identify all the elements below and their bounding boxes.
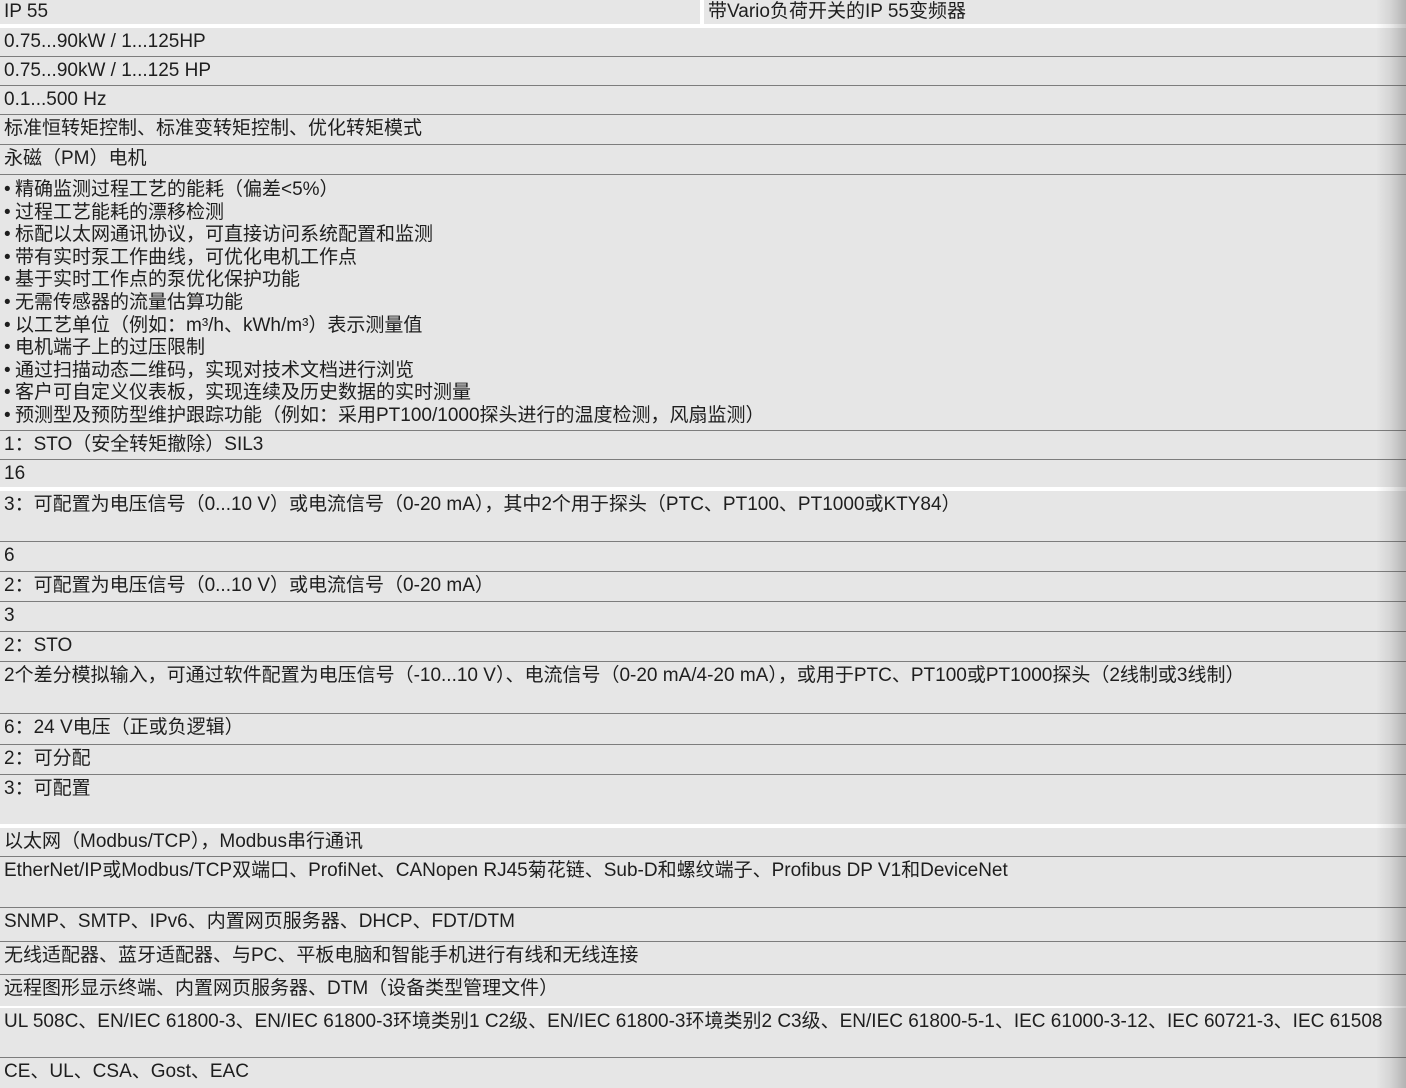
spec-value: 3：可配置 <box>4 778 91 799</box>
spec-value: 6 <box>4 545 15 566</box>
spec-row-motor-type: 永磁（PM）电机 <box>0 145 1406 175</box>
spec-row-digital-inputs: 6：24 V电压（正或负逻辑） <box>0 714 1406 745</box>
feature-item: 无需传感器的流量估算功能 <box>4 292 1406 315</box>
spec-value: 2：STO <box>4 635 73 656</box>
spec-row-control-modes: 标准恒转矩控制、标准变转矩控制、优化转矩模式 <box>0 115 1406 145</box>
spec-value: CE、UL、CSA、Gost、EAC <box>4 1061 249 1082</box>
spec-row-power-range-2: 0.75...90kW / 1...125 HP <box>0 57 1406 86</box>
spec-row-analog-inputs: 3：可配置为电压信号（0...10 V）或电流信号（0-20 mA），其中2个用… <box>0 491 1406 542</box>
spec-value: 6：24 V电压（正或负逻辑） <box>4 717 244 738</box>
spec-value: 无线适配器、蓝牙适配器、与PC、平板电脑和智能手机进行有线和无线连接 <box>4 945 639 966</box>
feature-item: 客户可自定义仪表板，实现连续及历史数据的实时测量 <box>4 382 1406 405</box>
spec-row-configurable-relays: 3：可配置 <box>0 775 1406 824</box>
feature-item: 以工艺单位（例如：m³/h、kWh/m³）表示测量值 <box>4 315 1406 338</box>
spec-value: 2：可配置为电压信号（0...10 V）或电流信号（0-20 mA） <box>4 575 494 596</box>
spec-table: IP 55 带Vario负荷开关的IP 55变频器 0.75...90kW / … <box>0 0 1406 1088</box>
spec-row-safety-function: 1：STO（安全转矩撤除）SIL3 <box>0 431 1406 460</box>
spec-value: 远程图形显示终端、内置网页服务器、DTM（设备类型管理文件） <box>4 978 559 999</box>
spec-value: 永磁（PM）电机 <box>4 148 147 169</box>
spec-value: EtherNet/IP或Modbus/TCP双端口、ProfiNet、CANop… <box>4 860 1008 881</box>
spec-value: 2个差分模拟输入，可通过软件配置为电压信号（-10...10 V）、电流信号（0… <box>4 665 1245 686</box>
feature-item: 过程工艺能耗的漂移检测 <box>4 202 1406 225</box>
spec-row-value-3: 3 <box>0 602 1406 632</box>
spec-row-ip-rating: IP 55 带Vario负荷开关的IP 55变频器 <box>0 0 1406 24</box>
spec-value-ip-rating: IP 55 <box>0 0 700 24</box>
spec-row-value-16: 16 <box>0 460 1406 487</box>
spec-value: 0.75...90kW / 1...125HP <box>4 31 206 52</box>
feature-list: 精确监测过程工艺的能耗（偏差<5%） 过程工艺能耗的漂移检测 标配以太网通讯协议… <box>4 178 1406 428</box>
spec-row-certifications: CE、UL、CSA、Gost、EAC <box>0 1058 1406 1088</box>
spec-value: 3：可配置为电压信号（0...10 V）或电流信号（0-20 mA），其中2个用… <box>4 494 961 515</box>
spec-value: UL 508C、EN/IEC 61800-3、EN/IEC 61800-3环境类… <box>4 1011 1383 1032</box>
feature-item: 基于实时工作点的泵优化保护功能 <box>4 269 1406 292</box>
spec-row-value-6: 6 <box>0 542 1406 572</box>
spec-value: 3 <box>4 605 15 626</box>
spec-row-assignable-outputs: 2：可分配 <box>0 745 1406 775</box>
spec-row-hmi-tools: 远程图形显示终端、内置网页服务器、DTM（设备类型管理文件） <box>0 975 1406 1006</box>
spec-row-embedded-protocols: 以太网（Modbus/TCP），Modbus串行通讯 <box>0 828 1406 857</box>
spec-row-network-services: SNMP、SMTP、IPv6、内置网页服务器、DHCP、FDT/DTM <box>0 908 1406 942</box>
spec-value: 2：可分配 <box>4 748 91 769</box>
feature-item: 电机端子上的过压限制 <box>4 337 1406 360</box>
spec-value: 0.75...90kW / 1...125 HP <box>4 60 211 81</box>
spec-value: 16 <box>4 463 26 484</box>
feature-item: 标配以太网通讯协议，可直接访问系统配置和监测 <box>4 224 1406 247</box>
spec-row-fieldbus-options: EtherNet/IP或Modbus/TCP双端口、ProfiNet、CANop… <box>0 857 1406 908</box>
feature-item: 预测型及预防型维护跟踪功能（例如：采用PT100/1000探头进行的温度检测，风… <box>4 405 1406 428</box>
spec-value: 0.1...500 Hz <box>4 89 107 110</box>
spec-value: 以太网（Modbus/TCP），Modbus串行通讯 <box>4 831 363 852</box>
spec-row-differential-inputs: 2个差分模拟输入，可通过软件配置为电压信号（-10...10 V）、电流信号（0… <box>0 662 1406 714</box>
spec-row-connectivity: 无线适配器、蓝牙适配器、与PC、平板电脑和智能手机进行有线和无线连接 <box>0 942 1406 975</box>
spec-value: 标准恒转矩控制、标准变转矩控制、优化转矩模式 <box>4 118 423 139</box>
spec-row-analog-outputs: 2：可配置为电压信号（0...10 V）或电流信号（0-20 mA） <box>0 572 1406 602</box>
feature-item: 精确监测过程工艺的能耗（偏差<5%） <box>4 179 1406 202</box>
spec-value-vario-variant: 带Vario负荷开关的IP 55变频器 <box>704 0 1406 24</box>
spec-row-standards: UL 508C、EN/IEC 61800-3、EN/IEC 61800-3环境类… <box>0 1008 1406 1058</box>
spec-row-output-frequency: 0.1...500 Hz <box>0 86 1406 115</box>
spec-value: SNMP、SMTP、IPv6、内置网页服务器、DHCP、FDT/DTM <box>4 911 515 932</box>
feature-item: 带有实时泵工作曲线，可优化电机工作点 <box>4 247 1406 270</box>
feature-item: 通过扫描动态二维码，实现对技术文档进行浏览 <box>4 360 1406 383</box>
spec-row-safety-inputs: 2：STO <box>0 632 1406 662</box>
spec-value: 1：STO（安全转矩撤除）SIL3 <box>4 434 264 455</box>
spec-row-features: 精确监测过程工艺的能耗（偏差<5%） 过程工艺能耗的漂移检测 标配以太网通讯协议… <box>0 175 1406 431</box>
spec-row-power-range-1: 0.75...90kW / 1...125HP <box>0 28 1406 57</box>
